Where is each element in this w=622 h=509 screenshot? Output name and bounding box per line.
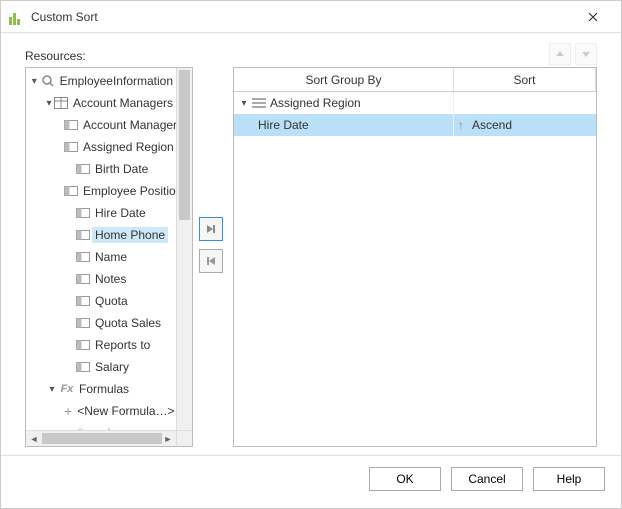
- tree-label: Name: [92, 249, 130, 265]
- tree-label: Hire Date: [92, 205, 149, 221]
- field-icon: [76, 338, 90, 352]
- window-title: Custom Sort: [31, 10, 573, 24]
- field-icon: [76, 206, 90, 220]
- arrow-up-icon: [555, 49, 565, 59]
- tree-label: <New Formula…>: [74, 403, 176, 419]
- field-icon: [76, 294, 90, 308]
- grid-cell-label: Assigned Region: [270, 96, 361, 110]
- arrow-down-icon: [581, 49, 591, 59]
- grid-cell-sort: Ascend: [472, 118, 512, 132]
- field-icon: [76, 316, 90, 330]
- tree-label: EmployeeInformation: [57, 73, 176, 89]
- column-header-sort[interactable]: Sort: [454, 68, 596, 91]
- tree-node-field[interactable]: Hire Date: [26, 202, 176, 224]
- tree-node-field[interactable]: Quota: [26, 290, 176, 312]
- tree-node-group[interactable]: ▾ Account Managers: [26, 92, 176, 114]
- sort-grid: Sort Group By Sort ▾ Assigned Region Hir…: [233, 67, 597, 447]
- chevron-down-icon: ▾: [46, 98, 52, 109]
- tree-label: Account Managers: [70, 95, 176, 111]
- tree-label: Birth Date: [92, 161, 151, 177]
- grid-header: Sort Group By Sort: [234, 68, 596, 92]
- tree-node-field[interactable]: Name: [26, 246, 176, 268]
- field-icon: [76, 250, 90, 264]
- field-icon: [76, 272, 90, 286]
- query-icon: [41, 74, 55, 88]
- grid-row-group[interactable]: ▾ Assigned Region: [234, 92, 596, 114]
- tree-node-formula-item[interactable]: Fx color: [26, 422, 176, 430]
- titlebar: Custom Sort: [1, 1, 621, 33]
- help-button[interactable]: Help: [533, 467, 605, 491]
- tree-node-query[interactable]: ▾ EmployeeInformation: [26, 70, 176, 92]
- column-header-group-by[interactable]: Sort Group By: [234, 68, 454, 91]
- field-icon: [76, 228, 90, 242]
- scroll-left-button[interactable]: ◄: [26, 431, 42, 447]
- tree-node-field[interactable]: Notes: [26, 268, 176, 290]
- scrollbar-thumb[interactable]: [42, 433, 162, 444]
- chevron-down-icon: ▾: [30, 76, 39, 87]
- cancel-button[interactable]: Cancel: [451, 467, 523, 491]
- tree-label: Employee Position: [80, 183, 176, 199]
- plus-icon: +: [64, 404, 72, 418]
- chevron-down-icon: ▾: [46, 384, 58, 395]
- scrollbar-thumb[interactable]: [179, 70, 190, 220]
- tree-node-new-formula[interactable]: + <New Formula…>: [26, 400, 176, 422]
- table-icon: [54, 96, 68, 110]
- arrow-right-icon: [205, 223, 217, 235]
- chevron-down-icon: ▾: [238, 98, 250, 109]
- field-icon: [64, 184, 78, 198]
- tree-node-field[interactable]: Account Managers ID: [26, 114, 176, 136]
- field-icon: [64, 118, 78, 132]
- grid-cell-label: Hire Date: [258, 118, 309, 132]
- tree-node-field[interactable]: Birth Date: [26, 158, 176, 180]
- dialog-footer: OK Cancel Help: [1, 455, 621, 501]
- resources-tree[interactable]: ▾ EmployeeInformation ▾ Account Managers: [25, 67, 193, 447]
- tree-label: Home Phone: [92, 227, 168, 243]
- tree-node-field[interactable]: Salary: [26, 356, 176, 378]
- tree-node-formulas[interactable]: ▾ Fx Formulas: [26, 378, 176, 400]
- resources-label: Resources:: [25, 49, 597, 63]
- close-icon: [588, 12, 598, 22]
- grid-row-field-selected[interactable]: Hire Date ↑ Ascend: [234, 114, 596, 136]
- tree-label: Reports to: [92, 337, 153, 353]
- field-icon: [76, 162, 90, 176]
- ok-button[interactable]: OK: [369, 467, 441, 491]
- tree-label: Notes: [92, 271, 129, 287]
- tree-node-field-selected[interactable]: Home Phone: [26, 224, 176, 246]
- tree-label: Formulas: [76, 381, 132, 397]
- tree-label: Account Managers ID: [80, 117, 176, 133]
- group-icon: [252, 97, 266, 109]
- remove-from-sort-button[interactable]: [199, 249, 223, 273]
- tree-label: Salary: [92, 359, 132, 375]
- add-to-sort-button[interactable]: [199, 217, 223, 241]
- tree-node-field[interactable]: Assigned Region: [26, 136, 176, 158]
- tree-label: Assigned Region: [80, 139, 176, 155]
- tree-node-field[interactable]: Employee Position: [26, 180, 176, 202]
- tree-node-field[interactable]: Reports to: [26, 334, 176, 356]
- reorder-buttons: [549, 43, 597, 65]
- arrow-left-icon: [205, 255, 217, 267]
- move-down-button[interactable]: [575, 43, 597, 65]
- tree-label: Quota: [92, 293, 131, 309]
- sort-asc-icon: ↑: [458, 118, 468, 132]
- vertical-scrollbar[interactable]: [176, 68, 192, 430]
- app-icon: [9, 9, 25, 25]
- scroll-right-button[interactable]: ►: [160, 431, 176, 447]
- tree-label: Quota Sales: [92, 315, 164, 331]
- field-icon: [76, 360, 90, 374]
- close-button[interactable]: [573, 3, 613, 31]
- horizontal-scrollbar[interactable]: ◄ ►: [26, 430, 176, 446]
- tree-node-field[interactable]: Quota Sales: [26, 312, 176, 334]
- move-up-button[interactable]: [549, 43, 571, 65]
- scroll-corner: [176, 430, 192, 446]
- fx-icon: Fx: [60, 382, 74, 396]
- field-icon: [64, 140, 78, 154]
